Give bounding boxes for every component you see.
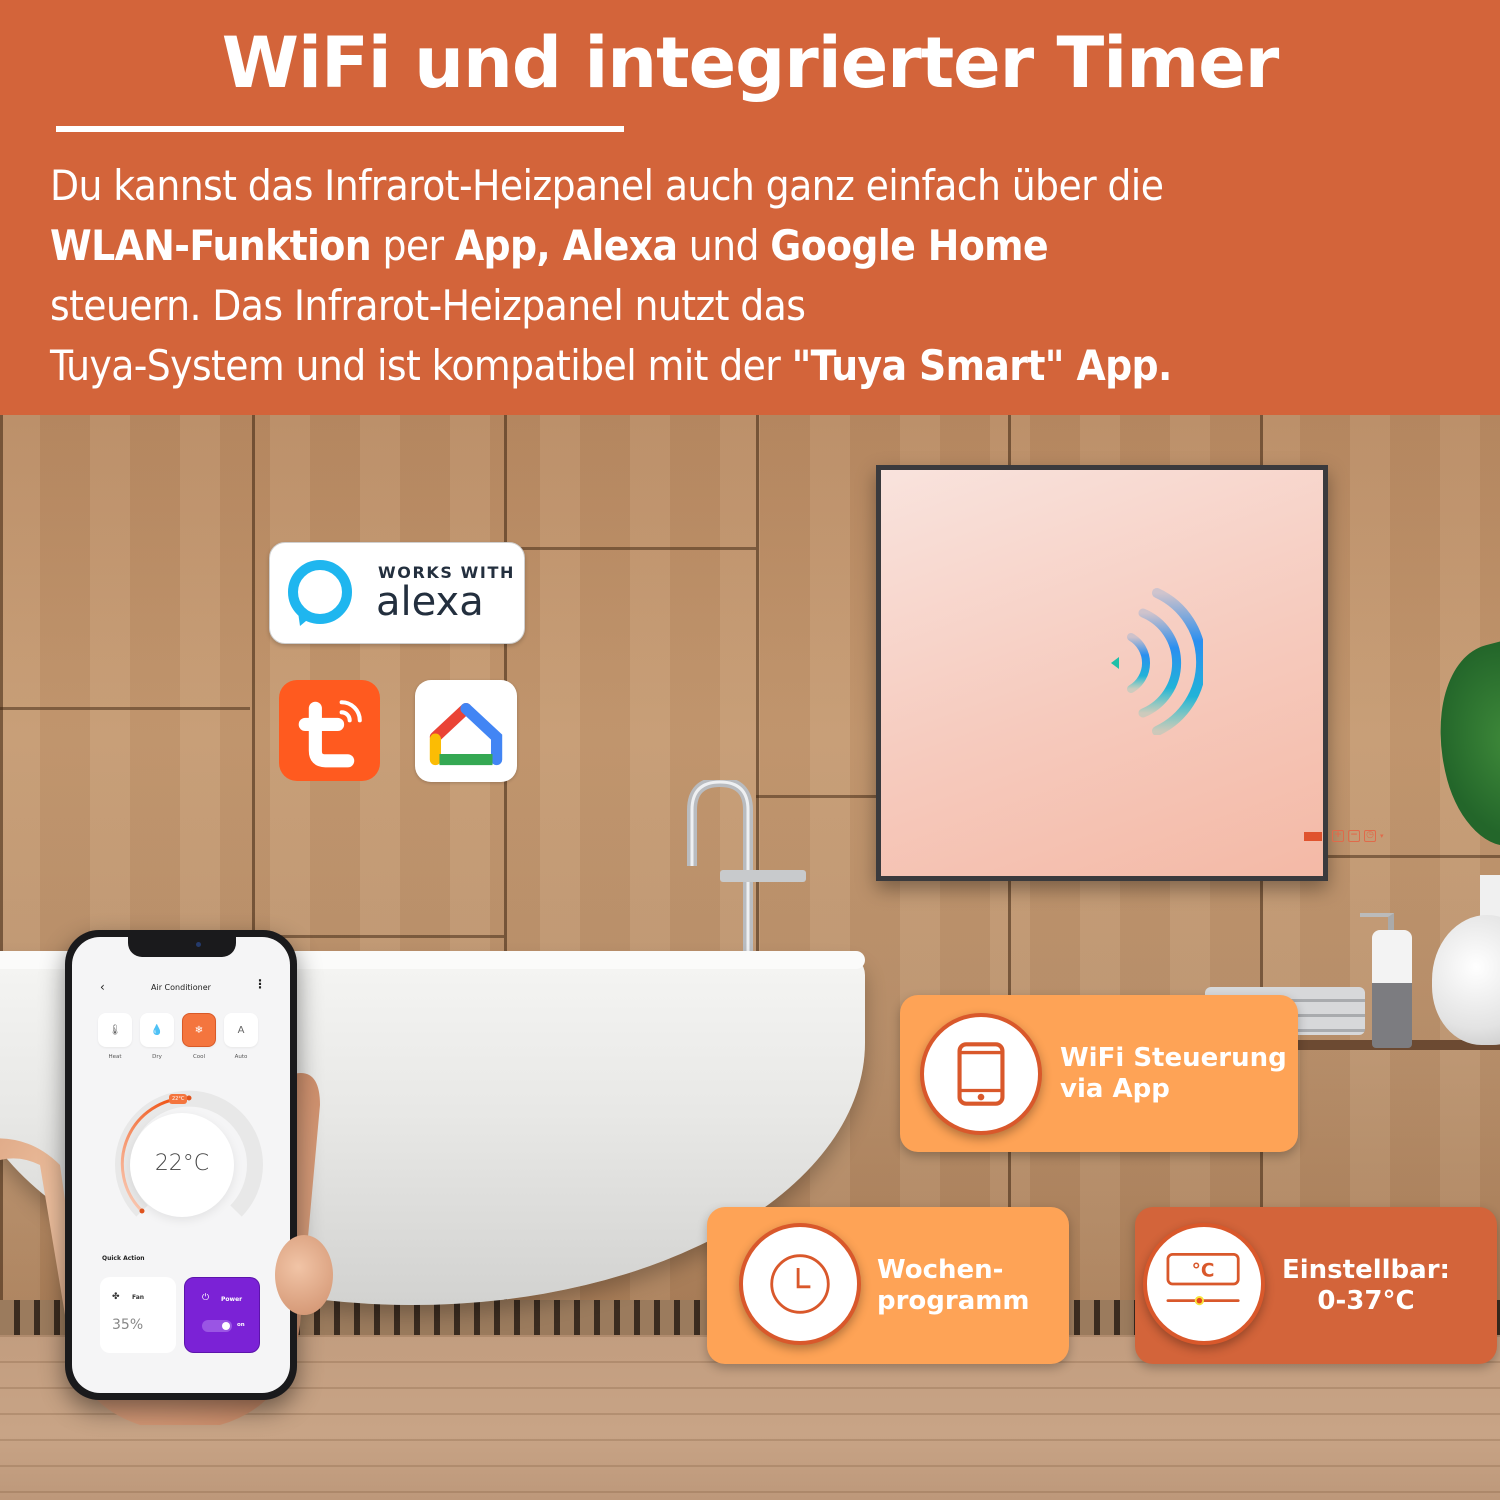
alexa-logo-icon xyxy=(288,560,352,626)
heater-timer-button[interactable]: ◷ xyxy=(1364,830,1376,842)
title-underline xyxy=(56,126,624,132)
text-fragment: Tuya-System und ist kompatibel mit der xyxy=(50,341,792,390)
snowflake-icon: ❄ xyxy=(182,1013,216,1047)
power-label: Power xyxy=(221,1296,243,1303)
smartphone-icon xyxy=(957,1042,1005,1106)
celsius-label: °C xyxy=(1192,1261,1215,1282)
heater-minus-button[interactable]: − xyxy=(1348,830,1360,842)
text-fragment: per xyxy=(371,221,455,270)
heater-control-strip: + − ◷ ▾ xyxy=(1304,830,1384,842)
google-home-emphasis: Google Home xyxy=(770,221,1048,270)
page-title: WiFi und integrierter Timer xyxy=(221,22,1279,104)
feature-icon-circle xyxy=(739,1223,861,1345)
alexa-wordmark: alexa xyxy=(376,579,484,625)
feature-line: via App xyxy=(1060,1074,1170,1104)
phone-notch xyxy=(128,937,236,957)
auto-icon: A xyxy=(224,1013,258,1047)
wall-seam xyxy=(0,707,250,710)
feature-line: WiFi Steuerung xyxy=(1060,1043,1287,1073)
fan-speed-value: 35% xyxy=(112,1317,144,1333)
mode-label: Heat xyxy=(108,1054,122,1060)
feature-text: Einstellbar: 0-37°C xyxy=(1282,1255,1450,1317)
tuya-smart-app-icon xyxy=(279,680,380,781)
current-temperature: 22°C xyxy=(154,1151,210,1176)
text-fragment: und xyxy=(677,221,771,270)
feature-line: programm xyxy=(877,1286,1030,1316)
feature-line: Einstellbar: xyxy=(1282,1255,1450,1285)
description-paragraph: Du kannst das Infrarot-Heizpanel auch ga… xyxy=(50,156,1480,396)
thermometer-icon: 🌡 xyxy=(98,1013,132,1047)
fan-quick-action[interactable]: ✤ Fan 35% xyxy=(100,1277,176,1353)
mode-label: Dry xyxy=(152,1054,162,1060)
wifi-signal-icon xyxy=(1111,588,1203,735)
power-toggle-label: on xyxy=(237,1322,245,1328)
mode-selector: 🌡 Heat 💧 Dry ❄ Cool A Auto xyxy=(98,1013,258,1060)
feature-card-week-program: Wochen- programm xyxy=(707,1207,1069,1364)
feature-line: 0-37°C xyxy=(1317,1286,1415,1316)
wlan-funktion-emphasis: WLAN-Funktion xyxy=(50,221,372,270)
fan-label: Fan xyxy=(132,1294,145,1301)
clock-icon xyxy=(770,1254,830,1314)
mode-auto[interactable]: A Auto xyxy=(224,1013,258,1060)
feature-line: Wochen- xyxy=(877,1255,1004,1285)
thumb xyxy=(275,1235,333,1315)
quick-action-title: Quick Action xyxy=(102,1255,145,1262)
droplet-icon: 💧 xyxy=(140,1013,174,1047)
mode-dry[interactable]: 💧 Dry xyxy=(140,1013,174,1060)
feature-icon-circle xyxy=(920,1013,1042,1135)
feature-card-wifi: WiFi Steuerung via App xyxy=(900,995,1298,1152)
description-line-2: WLAN-Funktion per App, Alexa und Google … xyxy=(50,216,1480,276)
feature-card-adjustable: °C Einstellbar: 0-37°C xyxy=(1135,1207,1497,1364)
google-home-logo-icon xyxy=(429,702,503,766)
setpoint-pill: 22°C xyxy=(169,1094,188,1104)
dial-start xyxy=(139,1208,145,1214)
heater-display xyxy=(1304,831,1322,841)
mode-cool[interactable]: ❄ Cool xyxy=(182,1013,216,1060)
infrared-heater-panel: + − ◷ ▾ xyxy=(876,465,1384,881)
power-quick-action[interactable]: ⏻ Power on xyxy=(184,1277,260,1353)
app-alexa-emphasis: App, Alexa xyxy=(454,221,678,270)
power-toggle[interactable] xyxy=(202,1320,232,1332)
works-with-alexa-badge: WORKS WITH alexa xyxy=(269,542,525,644)
camera-icon xyxy=(196,942,201,947)
wall-seam xyxy=(504,547,756,550)
fan-icon: ✤ xyxy=(112,1292,120,1302)
description-line-3: steuern. Das Infrarot-Heizpanel nutzt da… xyxy=(50,281,806,330)
wall-seam xyxy=(252,935,504,938)
feature-icon-circle: °C xyxy=(1143,1223,1265,1345)
smartphone: ‹ Air Conditioner ⋮ 🌡 Heat 💧 Dry ❄ Cool … xyxy=(65,930,297,1400)
mode-label: Auto xyxy=(234,1054,248,1060)
app-screen: ‹ Air Conditioner ⋮ 🌡 Heat 💧 Dry ❄ Cool … xyxy=(72,937,290,1393)
google-home-app-icon xyxy=(415,680,517,782)
feature-text: Wochen- programm xyxy=(877,1255,1029,1317)
dial-handle[interactable] xyxy=(186,1095,192,1101)
more-options-button[interactable]: ⋮ xyxy=(254,977,266,991)
description-line-1: Du kannst das Infrarot-Heizpanel auch ga… xyxy=(50,161,1164,210)
heater-plus-button[interactable]: + xyxy=(1332,830,1344,842)
feature-text: WiFi Steuerung via App xyxy=(1060,1043,1287,1105)
mode-heat[interactable]: 🌡 Heat xyxy=(98,1013,132,1060)
tuya-logo-icon xyxy=(298,700,362,768)
power-icon: ⏻ xyxy=(202,1293,210,1303)
tuya-smart-emphasis: "Tuya Smart" App. xyxy=(791,341,1173,390)
caret-down-icon: ▾ xyxy=(1380,832,1384,840)
thermostat-icon: °C xyxy=(1166,1253,1240,1306)
toggle-knob xyxy=(222,1322,230,1330)
header-banner: WiFi und integrierter Timer Du kannst da… xyxy=(0,0,1500,415)
mode-label: Cool xyxy=(192,1054,206,1060)
soap-dispenser xyxy=(1372,930,1412,1048)
bathroom-scene: + − ◷ ▾ WORKS WITH alexa ‹ Air Condition… xyxy=(0,415,1500,1500)
description-line-4: Tuya-System und ist kompatibel mit der "… xyxy=(50,336,1480,396)
